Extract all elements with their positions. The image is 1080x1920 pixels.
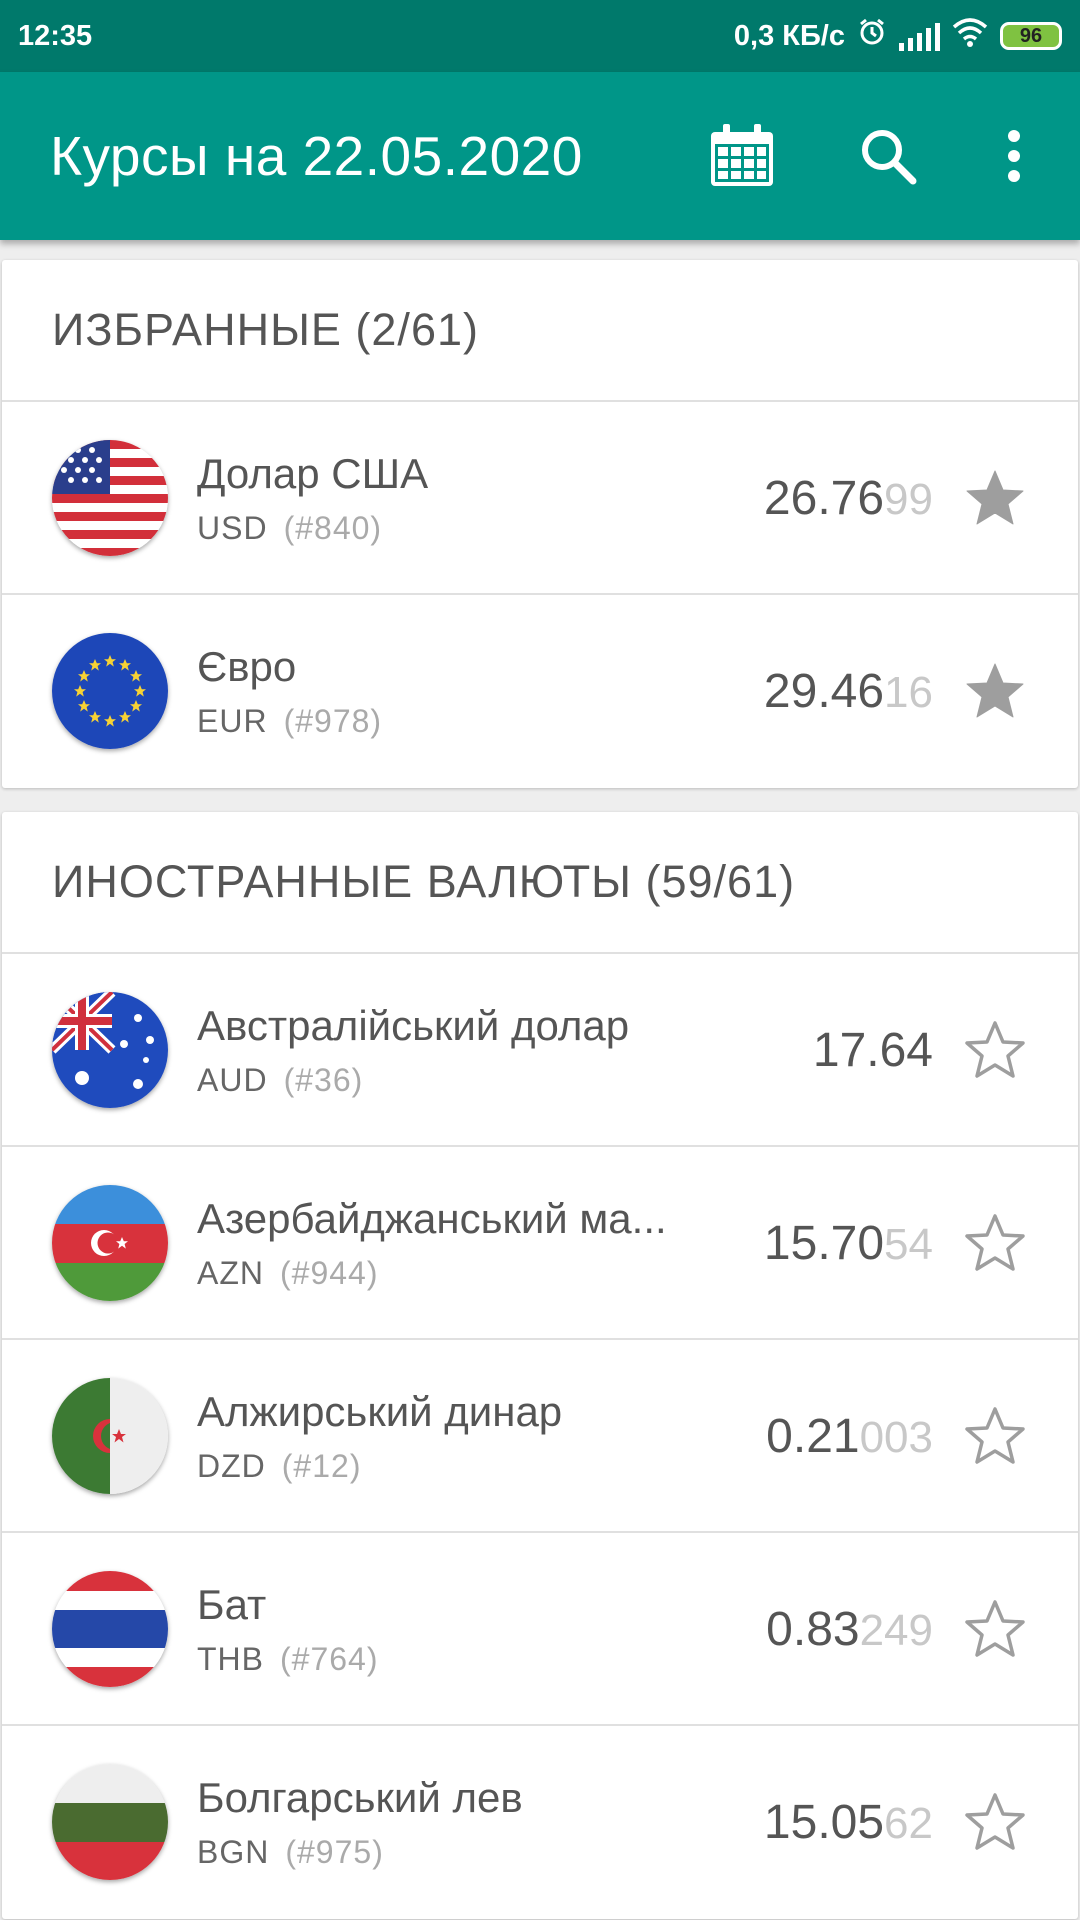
signal-icon (899, 21, 940, 51)
more-vert-icon[interactable] (978, 120, 1050, 192)
currency-code: EUR (#978) (197, 703, 382, 740)
star-outline-icon[interactable] (964, 1792, 1026, 1854)
section-header: ИЗБРАННЫЕ (2/61) (2, 260, 1078, 402)
flag-dz-icon (52, 1378, 168, 1494)
rate-extra-digits: 99 (884, 475, 933, 524)
section-card: ИЗБРАННЫЕ (2/61) Долар США USD (#840) 26.… (2, 260, 1078, 788)
currency-row-bgn[interactable]: Болгарський лев BGN (#975) 15.0562 (2, 1726, 1078, 1919)
currency-name: Алжирський динар (197, 1388, 563, 1435)
flag-eu-icon (52, 633, 168, 749)
flag-az-icon (52, 1185, 168, 1301)
exchange-rate: 0.83249 (766, 1533, 933, 1726)
flag-us-icon (52, 440, 168, 556)
currency-name: Австралійський долар (197, 1002, 630, 1049)
calendar-icon[interactable] (706, 120, 778, 192)
currency-row-eur[interactable]: Євро EUR (#978) 29.4616 (2, 595, 1078, 788)
rate-main: 29.46 (763, 665, 885, 718)
exchange-rate: 29.4616 (764, 595, 933, 788)
exchange-rate: 0.21003 (766, 1340, 933, 1533)
network-speed: 0,3 КБ/с (733, 19, 845, 52)
alarm-icon (857, 17, 887, 55)
currency-iso: AZN (197, 1255, 264, 1291)
flag-bg-icon (52, 1764, 168, 1880)
currency-row-usd[interactable]: Долар США USD (#840) 26.7699 (2, 402, 1078, 595)
status-time: 12:35 (18, 19, 93, 52)
flag-th-icon (52, 1571, 168, 1687)
star-outline-icon[interactable] (964, 1020, 1026, 1082)
rate-main: 0.21 (766, 1410, 860, 1463)
currency-number: (#764) (280, 1641, 379, 1677)
currency-iso: DZD (197, 1448, 266, 1484)
exchange-rate: 17.64 (813, 954, 933, 1147)
rate-extra-digits: 249 (859, 1606, 933, 1655)
currency-iso: AUD (197, 1062, 268, 1098)
currency-code: BGN (#975) (197, 1834, 384, 1871)
currency-iso: THB (197, 1641, 264, 1677)
star-outline-icon[interactable] (964, 1406, 1026, 1468)
currency-code: THB (#764) (197, 1641, 379, 1678)
rate-main: 15.05 (763, 1796, 885, 1849)
currency-number: (#975) (285, 1834, 384, 1870)
currency-code: AZN (#944) (197, 1255, 379, 1292)
currency-row-azn[interactable]: Азербайджанський ма... AZN (#944) 15.7054 (2, 1147, 1078, 1340)
currency-number: (#978) (283, 703, 383, 739)
rate-main: 0.83 (766, 1603, 860, 1656)
star-filled-icon[interactable] (964, 468, 1026, 530)
star-outline-icon[interactable] (964, 1599, 1026, 1661)
page-title: Курсы на 22.05.2020 (50, 125, 583, 187)
currency-name: Азербайджанський ма... (197, 1195, 667, 1242)
currency-list: ИЗБРАННЫЕ (2/61) Долар США USD (#840) 26.… (0, 260, 1080, 1919)
currency-row-dzd[interactable]: Алжирський динар DZD (#12) 0.21003 (2, 1340, 1078, 1533)
rate-main: 17.64 (812, 1024, 933, 1077)
section-card: ИНОСТРАННЫЕ ВАЛЮТЫ (59/61) Австралійськи… (2, 812, 1078, 1919)
status-bar: 12:35 0,3 КБ/с 96 (0, 0, 1080, 72)
battery-icon: 96 (1000, 22, 1062, 50)
status-icons: 0,3 КБ/с 96 (734, 17, 1062, 55)
currency-iso: USD (197, 510, 268, 546)
rate-extra-digits: 16 (884, 668, 933, 717)
exchange-rate: 15.0562 (764, 1726, 933, 1919)
currency-row-aud[interactable]: Австралійський долар AUD (#36) 17.64 (2, 954, 1078, 1147)
exchange-rate: 26.7699 (764, 402, 933, 595)
rate-extra-digits: 003 (859, 1413, 933, 1462)
rate-main: 15.70 (763, 1217, 885, 1270)
section-header: ИНОСТРАННЫЕ ВАЛЮТЫ (59/61) (2, 812, 1078, 954)
star-outline-icon[interactable] (964, 1213, 1026, 1275)
currency-iso: BGN (197, 1834, 270, 1870)
currency-number: (#36) (283, 1062, 364, 1098)
currency-name: Євро (197, 643, 297, 690)
rate-main: 26.76 (763, 472, 885, 525)
rate-extra-digits: 62 (884, 1799, 933, 1848)
currency-name: Долар США (197, 450, 429, 497)
flag-au-icon (52, 992, 168, 1108)
currency-number: (#944) (280, 1255, 379, 1291)
app-bar: Курсы на 22.05.2020 (0, 72, 1080, 240)
currency-code: AUD (#36) (197, 1062, 363, 1099)
currency-number: (#12) (281, 1448, 362, 1484)
currency-name: Болгарський лев (197, 1774, 523, 1821)
star-filled-icon[interactable] (964, 661, 1026, 723)
search-icon[interactable] (852, 120, 924, 192)
currency-name: Бат (197, 1581, 267, 1628)
exchange-rate: 15.7054 (764, 1147, 933, 1340)
currency-row-thb[interactable]: Бат THB (#764) 0.83249 (2, 1533, 1078, 1726)
currency-code: USD (#840) (197, 510, 382, 547)
wifi-icon (952, 17, 988, 55)
currency-number: (#840) (283, 510, 383, 546)
currency-iso: EUR (197, 703, 268, 739)
currency-code: DZD (#12) (197, 1448, 361, 1485)
rate-extra-digits: 54 (884, 1220, 933, 1269)
